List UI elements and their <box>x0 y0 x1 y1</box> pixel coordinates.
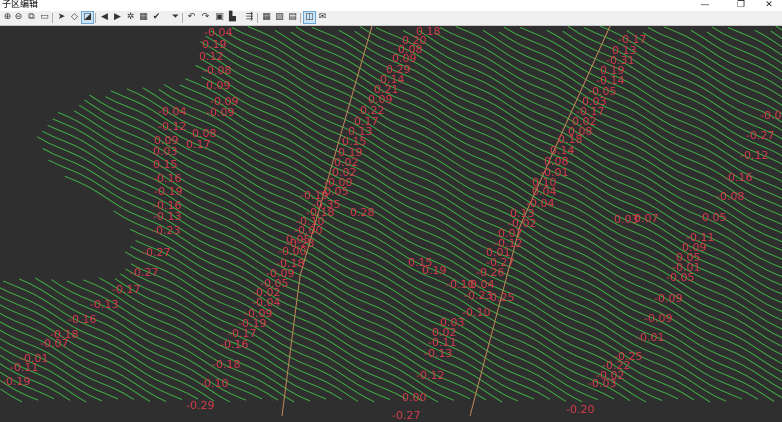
contour-value-label: -0.16 <box>153 172 182 185</box>
palette-icon[interactable]: ▦ <box>138 12 149 23</box>
contour-line <box>626 30 782 115</box>
toolbar-separator <box>95 13 96 23</box>
contour-value-label: -0.04 <box>158 105 187 118</box>
contour-value-label: -0.17 <box>112 283 141 296</box>
edit-icon[interactable]: ◪ <box>81 11 94 24</box>
layer-icon[interactable]: ▤ <box>287 12 298 23</box>
contour-value-label: 0.25 <box>490 291 515 304</box>
step-forward-icon[interactable]: ▶ <box>112 12 123 23</box>
select-arrow-icon[interactable]: ➤ <box>56 12 67 23</box>
contour-value-label: -0.09 <box>644 312 673 325</box>
contour-value-label: -0.07 <box>40 337 69 350</box>
contour-line <box>0 388 23 403</box>
contour-value-label: -0.04 <box>526 197 555 210</box>
contour-value-label: 0.08 <box>544 155 569 168</box>
export-icon[interactable]: ⇶ <box>244 12 255 23</box>
contour-value-label: 0.19 <box>202 38 227 51</box>
contour-value-label: 0.07 <box>634 212 659 225</box>
mail-icon[interactable]: ✉ <box>317 12 328 23</box>
contour-value-label: -0.23 <box>152 224 181 237</box>
toolbar: ⊕ ⊖ ⧉ ▭ ➤ ◇ ◪ ◀ ▶ ✲ ▦ ✔ ⏷ ↶ ↷ ▣ ▙ ⇶ ▦ ▨ ▤ ◫ ✉ <box>0 11 782 26</box>
contour-value-label: -0.27 <box>746 129 775 142</box>
close-button[interactable]: ✕ <box>758 0 780 11</box>
contour-value-label: -0.29 <box>186 399 215 412</box>
contour-value-label: 0.14 <box>550 144 575 157</box>
contour-value-label: -0.09 <box>206 106 235 119</box>
contour-value-label: -0.16 <box>68 313 97 326</box>
contour-value-label: -0.09 <box>654 292 683 305</box>
contour-value-label: -0.05 <box>666 271 695 284</box>
contour-line <box>290 31 782 295</box>
chart-dropdown-icon[interactable]: ▙ <box>227 12 238 23</box>
view-toggle-icon[interactable]: ◫ <box>303 11 316 24</box>
grid-icon[interactable]: ▦ <box>261 12 272 23</box>
undo-icon[interactable]: ↶ <box>186 12 197 23</box>
contour-value-label: -0.20 <box>566 403 595 416</box>
contour-map-canvas[interactable]: -0.04 0.19 0.12 -0.08 0.09 -0.09 -0.09 -0.04 -0.… <box>0 26 782 421</box>
contour-line <box>231 27 782 321</box>
contour-value-label: -0.19 <box>154 185 183 198</box>
zoom-in-icon[interactable]: ⊕ <box>2 12 13 23</box>
save-icon[interactable]: ▣ <box>214 12 225 23</box>
check-dropdown-icon[interactable]: ✔ <box>151 12 162 23</box>
contour-value-label: 0.12 <box>199 50 224 63</box>
contour-value-label: 0.00 <box>402 391 427 404</box>
toolbar-separator <box>52 13 53 23</box>
step-back-icon[interactable]: ◀ <box>99 12 110 23</box>
contour-value-label: -0.01 <box>636 331 665 344</box>
contour-value-label: -0.0 <box>760 109 782 122</box>
contour-value-label: 0.28 <box>350 206 375 219</box>
contour-value-label: -0.27 <box>130 266 159 279</box>
contour-value-label: -0.27 <box>142 246 171 259</box>
contour-value-label: -0.13 <box>153 210 182 223</box>
contour-value-label: -0.16 <box>724 171 753 184</box>
minimize-button[interactable]: — <box>694 0 716 11</box>
zoom-out-icon[interactable]: ⊖ <box>13 12 24 23</box>
contour-value-label: -0.10 <box>200 377 229 390</box>
contour-value-label: -0.19 <box>2 375 31 388</box>
contour-value-label: -0.03 <box>588 377 617 390</box>
contour-value-label: -0.00 <box>278 245 307 258</box>
toolbar-separator <box>300 13 301 23</box>
contour-value-label: -0.04 <box>204 26 233 39</box>
pan-icon[interactable]: ▭ <box>39 12 50 23</box>
contour-value-label: -0.16 <box>220 338 249 351</box>
maximize-button[interactable]: ❐ <box>730 0 752 11</box>
contour-value-label: 0.05 <box>702 211 727 224</box>
contour-value-label: -0.05 <box>588 85 617 98</box>
contour-line <box>498 31 782 182</box>
settings-icon[interactable]: ✲ <box>125 12 136 23</box>
toolbar-separator <box>182 13 183 23</box>
image-icon[interactable]: ▨ <box>274 12 285 23</box>
contour-value-label: -0.18 <box>212 358 241 371</box>
contour-value-label: -0.12 <box>416 369 445 382</box>
contour-value-label: -0.17 <box>618 33 647 46</box>
toolbar-separator <box>257 13 258 23</box>
contour-value-label: -0.11 <box>10 361 39 374</box>
contour-value-label: 0.03 <box>153 145 178 158</box>
contour-value-label: -0.01 <box>540 166 569 179</box>
contour-value-label: 0.17 <box>186 138 211 151</box>
contour-value-label: -0.12 <box>158 120 187 133</box>
contour-line <box>642 32 782 106</box>
redo-icon[interactable]: ↷ <box>200 12 211 23</box>
contour-value-label: -0.08 <box>716 190 745 203</box>
contour-value-label: -0.10 <box>462 306 491 319</box>
contour-value-label: 0.13 <box>612 44 637 57</box>
contour-value-label: -0.23 <box>464 289 493 302</box>
contour-value-label: 0.15 <box>153 158 178 171</box>
contour-value-label: -0.08 <box>203 64 232 77</box>
zoom-window-icon[interactable]: ⧉ <box>26 12 37 23</box>
filter-icon[interactable]: ⏷ <box>170 12 181 23</box>
contour-value-label: -0.13 <box>424 347 453 360</box>
contour-value-label: 0.19 <box>422 264 447 277</box>
eraser-icon[interactable]: ◇ <box>69 12 80 23</box>
contour-value-label: -0.13 <box>90 298 119 311</box>
window-title: 子区编辑 <box>2 0 39 10</box>
contour-value-label: 0.09 <box>206 79 231 92</box>
contour-value-label: -0.12 <box>740 149 769 162</box>
